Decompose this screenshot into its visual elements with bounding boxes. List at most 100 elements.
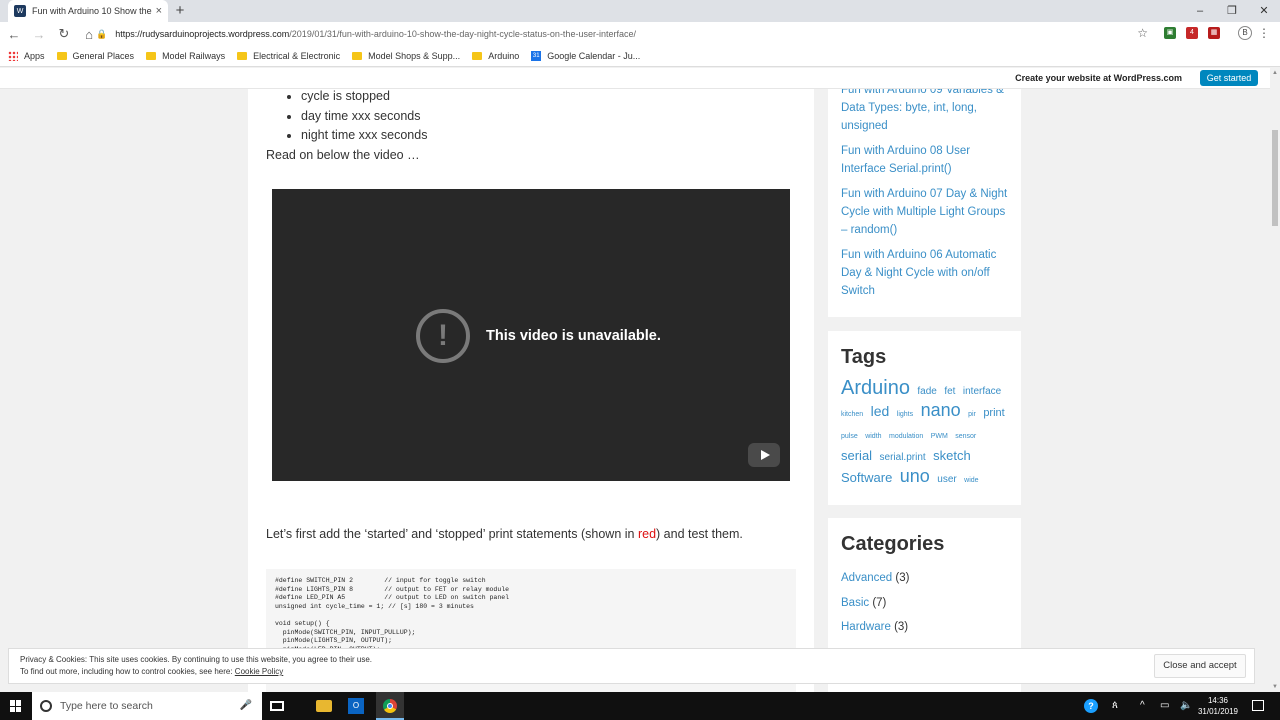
recent-post-link[interactable]: Fun with Arduino 08 User Interface Seria… — [841, 142, 1008, 178]
bookmarks-bar: Apps General Places Model Railways Elect… — [0, 46, 1280, 67]
folder-icon — [352, 52, 363, 60]
people-icon[interactable]: ጰ — [1112, 700, 1118, 711]
chrome-center-icon — [387, 703, 393, 709]
tag-link[interactable]: sketch — [933, 448, 971, 463]
tag-link[interactable]: interface — [963, 386, 1001, 397]
taskbar-search[interactable]: Type here to search 🎤 — [32, 692, 262, 720]
outlook-icon[interactable]: O — [348, 698, 364, 714]
browser-navbar: ← → ↻ ⌂ 🔒 https://rudysarduinoprojects.w… — [0, 22, 1280, 46]
tag-link[interactable]: sensor — [955, 433, 976, 440]
tag-link[interactable]: print — [983, 407, 1004, 419]
video-player[interactable]: ! This video is unavailable. — [272, 189, 790, 481]
close-and-accept-button[interactable]: Close and accept — [1154, 654, 1246, 678]
bookmark-model-shops[interactable]: Model Shops & Supp... — [352, 51, 460, 61]
tag-link[interactable]: serial — [841, 448, 872, 463]
profile-avatar[interactable]: B — [1238, 26, 1252, 40]
tag-link[interactable]: led — [871, 403, 890, 419]
tab-close-icon[interactable]: × — [156, 5, 162, 17]
forward-arrow-icon[interactable]: → — [28, 27, 50, 42]
tag-link[interactable]: lights — [897, 411, 913, 418]
browser-menu-icon[interactable]: ⋮ — [1258, 26, 1270, 40]
warning-icon: ! — [416, 309, 470, 363]
bookmark-apps[interactable]: Apps — [8, 51, 45, 61]
chrome-taskbar-icon[interactable] — [376, 692, 404, 720]
cookie-text-2: To find out more, including how to contr… — [20, 667, 284, 676]
tags-widget: Tags Arduino fade fet interface kitchen … — [828, 331, 1021, 505]
close-window-button[interactable]: ✕ — [1248, 0, 1280, 22]
wordpress-favicon-icon: W — [14, 5, 26, 17]
microphone-icon[interactable]: 🎤 — [240, 700, 252, 711]
tag-link[interactable]: wide — [964, 477, 978, 484]
search-placeholder: Type here to search — [60, 700, 153, 712]
youtube-play-button[interactable] — [748, 443, 780, 467]
volume-icon[interactable]: 🔈 — [1180, 700, 1192, 711]
recent-post-link[interactable]: Fun with Arduino 09 Variables & Data Typ… — [841, 89, 1008, 135]
red-highlight: red — [637, 527, 657, 541]
tab-title: Fun with Arduino 10 Show the D... — [32, 6, 152, 16]
read-on-text: Read on below the video … — [266, 148, 420, 162]
notification-icon[interactable] — [1252, 700, 1264, 711]
taskbar-clock[interactable]: 14:36 31/01/2019 — [1197, 695, 1239, 717]
bookmark-general-places[interactable]: General Places — [56, 51, 134, 61]
video-message-text: This video is unavailable. — [486, 328, 661, 344]
tag-link[interactable]: pulse — [841, 433, 858, 440]
new-tab-button[interactable]: + — [172, 2, 188, 20]
extension-grid-icon[interactable]: ▦ — [1208, 27, 1220, 39]
post-content: cycle is stopped day time xxx seconds ni… — [248, 89, 814, 692]
tray-chevron-icon[interactable]: ^ — [1140, 700, 1145, 711]
task-view-icon[interactable] — [270, 701, 284, 711]
tag-link[interactable]: Software — [841, 470, 892, 485]
cortana-icon — [40, 700, 52, 712]
category-link[interactable]: Advanced — [841, 572, 892, 584]
tag-link[interactable]: Arduino — [841, 377, 910, 399]
categories-title: Categories — [841, 533, 945, 555]
create-website-link[interactable]: Create your website at WordPress.com — [1015, 73, 1182, 83]
bookmark-electrical[interactable]: Electrical & Electronic — [237, 51, 340, 61]
back-arrow-icon[interactable]: ← — [3, 27, 25, 42]
category-link[interactable]: Hardware — [841, 621, 891, 633]
list-item: day time xxx seconds — [301, 107, 796, 127]
scroll-thumb[interactable] — [1272, 130, 1278, 226]
extension-badge-icon[interactable]: 4 — [1186, 27, 1198, 39]
tag-link[interactable]: fade — [917, 386, 936, 397]
tag-link[interactable]: nano — [921, 400, 961, 420]
recent-posts-widget: Fun with Arduino 09 Variables & Data Typ… — [828, 89, 1021, 317]
page-scrollbar[interactable]: ▲ ▼ — [1270, 68, 1280, 692]
get-started-button[interactable]: Get started — [1200, 70, 1258, 86]
help-icon[interactable]: ? — [1084, 699, 1098, 713]
bookmark-model-railways[interactable]: Model Railways — [146, 51, 225, 61]
apps-grid-icon — [8, 51, 18, 61]
windows-start-icon[interactable] — [10, 700, 22, 712]
tag-link[interactable]: user — [937, 474, 956, 485]
tag-link[interactable]: kitchen — [841, 411, 863, 418]
category-item: Basic (7) — [841, 596, 887, 609]
bookmark-google-calendar[interactable]: 31 Google Calendar - Ju... — [531, 51, 640, 61]
reload-icon[interactable]: ↻ — [53, 26, 75, 42]
browser-tab[interactable]: W Fun with Arduino 10 Show the D... × — [8, 0, 168, 22]
calendar-icon: 31 — [531, 51, 542, 61]
network-icon[interactable]: ▭ — [1160, 700, 1169, 711]
wordpress-bar: Create your website at WordPress.com Get… — [0, 68, 1270, 89]
category-link[interactable]: Basic — [841, 597, 869, 609]
tag-link[interactable]: serial.print — [880, 452, 926, 463]
tag-link[interactable]: uno — [900, 466, 930, 486]
tag-link[interactable]: width — [865, 433, 881, 440]
scroll-up-icon[interactable]: ▲ — [1272, 70, 1278, 76]
minimize-button[interactable]: – — [1184, 0, 1216, 22]
tag-link[interactable]: pir — [968, 411, 976, 418]
address-bar[interactable]: 🔒 https://rudysarduinoprojects.wordpress… — [96, 24, 1161, 44]
url-host: https://rudysarduinoprojects.wordpress.c… — [115, 29, 290, 39]
tag-link[interactable]: modulation — [889, 433, 923, 440]
extension-shield-icon[interactable]: ▣ — [1164, 27, 1176, 39]
tag-link[interactable]: PWM — [931, 433, 948, 440]
browser-tabbar: W Fun with Arduino 10 Show the D... × + … — [0, 0, 1280, 22]
maximize-button[interactable]: ❐ — [1216, 0, 1248, 22]
bookmark-star-icon[interactable]: ☆ — [1137, 26, 1148, 40]
recent-post-link[interactable]: Fun with Arduino 07 Day & Night Cycle wi… — [841, 185, 1008, 239]
tag-link[interactable]: fet — [944, 386, 955, 397]
recent-post-link[interactable]: Fun with Arduino 06 Automatic Day & Nigh… — [841, 246, 1008, 300]
cookie-policy-link[interactable]: Cookie Policy — [235, 667, 283, 676]
bookmark-arduino[interactable]: Arduino — [472, 51, 519, 61]
scroll-down-icon[interactable]: ▼ — [1272, 684, 1278, 690]
file-explorer-icon[interactable] — [316, 700, 332, 712]
